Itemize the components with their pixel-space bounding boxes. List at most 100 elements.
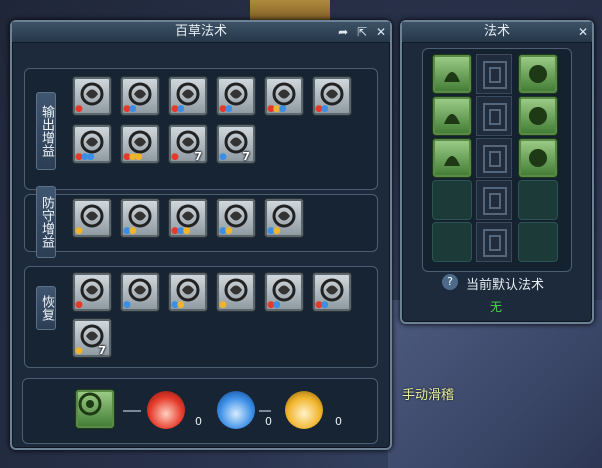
green-sprout-icon[interactable] <box>432 54 472 94</box>
stack-count: 7 <box>194 150 202 163</box>
green-vortex-icon[interactable] <box>75 389 115 429</box>
category-recovery-label: 恢复 <box>36 286 56 330</box>
drop-red-icon: ● <box>75 104 83 114</box>
element-drops: ● <box>171 152 179 162</box>
element-drops: ●● <box>123 104 137 114</box>
element-drops: ●●● <box>75 152 95 162</box>
element-drops: ● <box>75 300 83 310</box>
comet-swirl-icon[interactable]: ●●● <box>264 76 304 116</box>
wave-bloom-icon[interactable]: ●● <box>216 76 256 116</box>
element-drops: ● <box>123 300 131 310</box>
decorative-pattern <box>476 180 512 220</box>
empty-spell-slot[interactable] <box>518 222 558 262</box>
lotus-burst-icon[interactable]: ●●● <box>168 198 208 238</box>
bloom-cluster-icon[interactable]: ● 7 <box>216 124 256 164</box>
drop-blue-icon: ● <box>224 104 233 114</box>
stack-count: 7 <box>98 344 106 357</box>
element-drops: ● <box>219 152 227 162</box>
green-droplets-icon[interactable] <box>432 138 472 178</box>
category-output-label: 输出增益 <box>36 92 56 170</box>
blue-value: 0 <box>265 415 272 428</box>
drop-red-icon: ● <box>75 300 83 310</box>
green-flame-seed-icon[interactable] <box>432 96 472 136</box>
drop-yellow-icon: ● <box>128 226 137 236</box>
character-name-label: 手动滑稽 <box>402 388 455 403</box>
help-icon[interactable]: ? <box>442 274 458 290</box>
empty-spell-slot[interactable] <box>432 222 472 262</box>
petal-scatter-icon[interactable]: ● <box>120 272 160 312</box>
element-drops: ●● <box>315 301 329 310</box>
root-splash-icon[interactable]: ●● <box>168 76 208 116</box>
drop-blue-icon: ● <box>123 300 131 310</box>
drop-yellow-icon: ● <box>134 152 143 162</box>
sun-flare-icon[interactable]: ●●● <box>72 124 112 164</box>
decorative-pattern <box>476 96 512 136</box>
drop-blue-icon: ● <box>320 104 329 114</box>
red-fire-orb <box>147 391 185 429</box>
drop-blue-icon: ● <box>86 152 95 162</box>
spider-bug-icon[interactable]: ● 7 <box>168 124 208 164</box>
element-drops: ●● <box>267 300 281 310</box>
close-icon[interactable]: ✕ <box>376 25 386 39</box>
minimize-icon[interactable]: ⇱ <box>357 25 367 39</box>
sprout-icon[interactable]: ● <box>216 272 256 312</box>
element-drops: ● <box>75 226 83 236</box>
clover-icon[interactable]: ●● <box>264 198 304 238</box>
spell-panel-title: 法术 <box>483 24 510 39</box>
drop-yellow-icon: ● <box>75 346 83 356</box>
drop-yellow-icon: ● <box>176 300 185 310</box>
green-spider-icon[interactable] <box>518 138 558 178</box>
flower-stem-icon[interactable]: ● <box>72 272 112 312</box>
element-drops: ●● <box>123 226 137 236</box>
drop-blue-icon: ● <box>128 104 137 114</box>
burst-leaf-icon[interactable]: ●● <box>120 76 160 116</box>
green-eye-vortex-icon[interactable] <box>518 54 558 94</box>
drop-red-icon: ● <box>171 152 179 162</box>
drop-yellow-icon: ● <box>224 226 233 236</box>
spotted-leaf-icon[interactable]: ●● <box>312 272 352 312</box>
green-moon-star-icon[interactable] <box>518 96 558 136</box>
drop-yellow-icon: ● <box>219 300 227 310</box>
connector <box>123 410 141 412</box>
element-drops: ●● <box>171 300 185 310</box>
yellow-value: 0 <box>335 415 342 428</box>
seed-bloom-icon[interactable]: ●● <box>168 272 208 312</box>
element-drops: ●●● <box>267 104 287 114</box>
drop-blue-icon: ● <box>219 152 227 162</box>
mushroom-cloud-icon[interactable]: ●● <box>120 198 160 238</box>
share-icon[interactable]: ➦ <box>338 25 348 39</box>
stack-count: 7 <box>242 150 250 163</box>
element-drops: ●● <box>219 104 233 114</box>
drop-blue-icon: ● <box>272 300 281 310</box>
element-drops: ●● <box>219 226 233 236</box>
default-spell-value: 无 <box>490 300 503 314</box>
spell-panel-titlebar: 法术 ✕ <box>402 22 592 43</box>
leaf-shield-icon[interactable]: ● <box>72 198 112 238</box>
element-drops: ●●● <box>123 152 143 162</box>
connector <box>259 410 271 412</box>
drop-blue-icon: ● <box>176 104 185 114</box>
tree-crown-icon[interactable]: ● 7 <box>72 318 112 358</box>
decorative-pattern <box>476 138 512 178</box>
decorative-pattern <box>476 222 512 262</box>
vortex-icon[interactable]: ●●● <box>120 124 160 164</box>
yellow-fire-orb <box>285 391 323 429</box>
herb-panel-title: 百草法术 <box>174 24 227 39</box>
flower-field-icon[interactable]: ●● <box>264 272 304 312</box>
element-drops: ●● <box>315 104 329 114</box>
element-drops: ●● <box>171 104 185 114</box>
drop-blue-icon: ● <box>278 104 287 114</box>
category-defense-label: 防守增益 <box>36 186 56 258</box>
blue-fire-orb <box>217 391 255 429</box>
red-value: 0 <box>195 415 202 428</box>
splatter-icon[interactable]: ●● <box>216 198 256 238</box>
crown-flower-icon[interactable]: ●● <box>312 76 352 116</box>
decorative-pattern <box>476 54 512 94</box>
element-drops: ● <box>75 104 83 114</box>
close-icon[interactable]: ✕ <box>578 25 588 39</box>
leaf-swirl-icon[interactable]: ● <box>72 76 112 116</box>
empty-spell-slot[interactable] <box>518 180 558 220</box>
drop-yellow-icon: ● <box>272 226 281 236</box>
empty-spell-slot[interactable] <box>432 180 472 220</box>
drop-yellow-icon: ● <box>75 226 83 236</box>
